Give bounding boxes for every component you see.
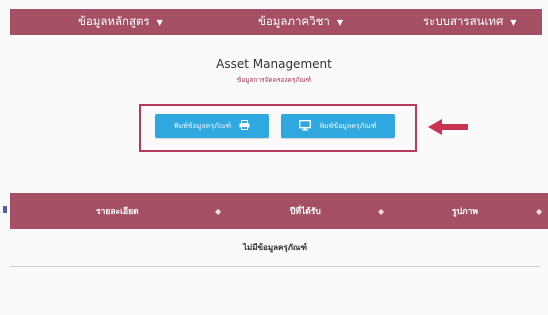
- chevron-down-icon: ▼: [336, 17, 344, 27]
- nav-item-label: ระบบสารสนเทศ: [423, 14, 504, 28]
- sort-icon[interactable]: ◆: [536, 193, 542, 229]
- print-asset-button[interactable]: พิมพ์ข้อมูลครุภัณฑ์: [155, 114, 269, 138]
- column-header-details[interactable]: รายละเอียด: [96, 193, 139, 229]
- column-header-image[interactable]: รูปภาพ: [452, 193, 478, 229]
- printer-icon: [239, 120, 250, 132]
- page-subtitle: ข้อมูลการจัดครองครุภัณฑ์: [236, 76, 312, 84]
- table-empty-row: ไม่มีข้อมูลครุภัณฑ์: [10, 229, 540, 267]
- nav-item-information-system[interactable]: ระบบสารสนเทศ ▼: [423, 9, 516, 35]
- nav-item-label: ข้อมูลภาควิชา: [258, 14, 330, 28]
- chevron-down-icon: ▼: [156, 17, 163, 27]
- nav-item-label: ข้อมูลหลักสูตร: [78, 14, 150, 28]
- arrow-left-icon: [428, 119, 468, 135]
- nav-item-curriculum[interactable]: ข้อมูลหลักสูตร ▼: [78, 9, 163, 35]
- monitor-icon: [299, 119, 312, 133]
- sort-icon[interactable]: ◆: [215, 193, 221, 229]
- column-header-year-received[interactable]: ปีที่ได้รับ: [290, 193, 321, 229]
- chevron-down-icon: ▼: [510, 17, 517, 27]
- view-asset-button[interactable]: พิมพ์ข้อมูลครุภัณฑ์: [281, 114, 395, 138]
- page-title: Asset Management: [216, 57, 332, 71]
- top-nav-bar: ข้อมูลหลักสูตร ▼ ข้อมูลภาควิชา ▼ ระบบสาร…: [10, 9, 542, 35]
- sort-icon[interactable]: ◆: [378, 193, 384, 229]
- print-asset-button-label: พิมพ์ข้อมูลครุภัณฑ์: [173, 121, 232, 130]
- view-asset-button-label: พิมพ์ข้อมูลครุภัณฑ์: [319, 121, 377, 130]
- scroll-indicator: [3, 206, 7, 213]
- nav-item-department[interactable]: ข้อมูลภาควิชา ▼: [258, 9, 343, 35]
- table-header: รายละเอียด ◆ ปีที่ได้รับ ◆ รูปภาพ ◆: [10, 193, 548, 229]
- empty-message: ไม่มีข้อมูลครุภัณฑ์: [242, 243, 307, 252]
